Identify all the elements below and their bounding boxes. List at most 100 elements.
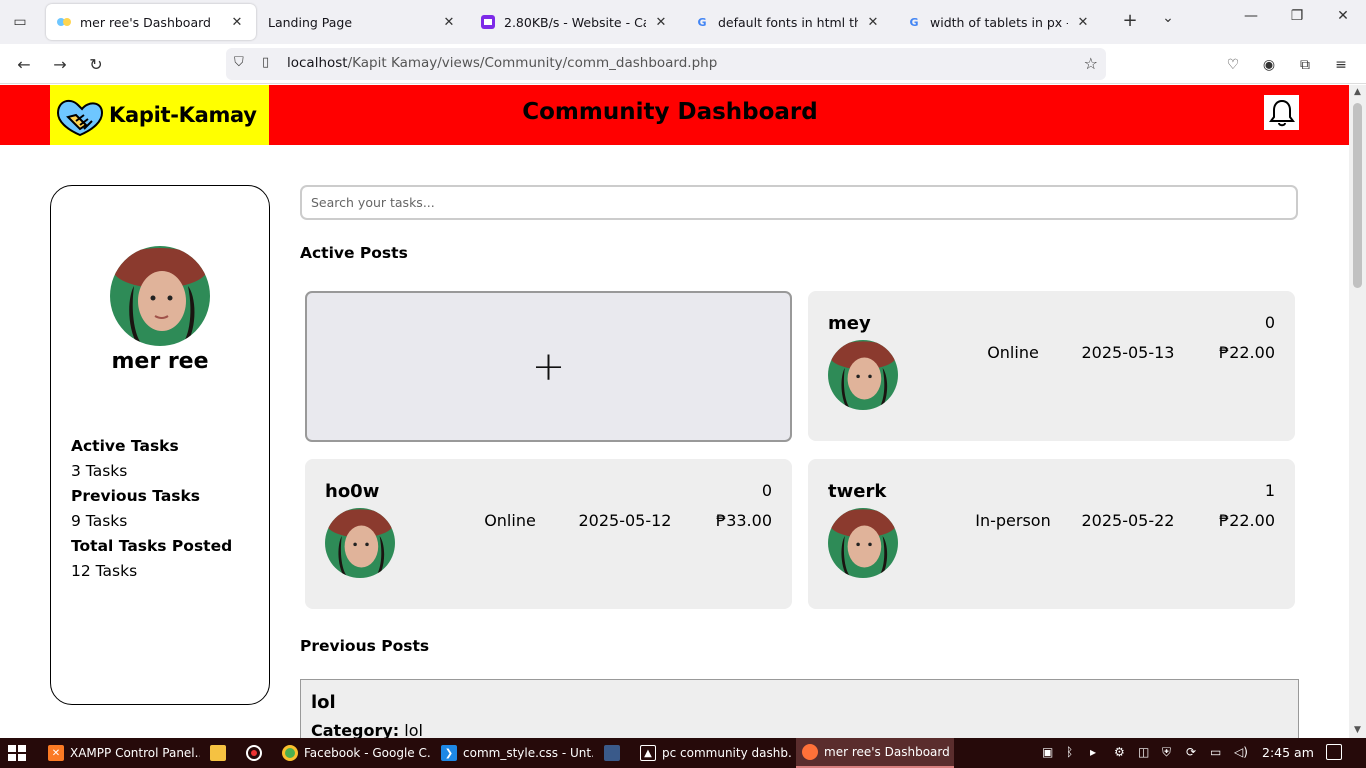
window-close-icon[interactable]: ✕ — [1328, 8, 1358, 24]
chevron-down-icon[interactable]: ⌄ — [1158, 10, 1178, 26]
clock[interactable]: 2:45 am — [1262, 745, 1314, 760]
bluetooth-icon[interactable]: ᛒ — [1066, 745, 1073, 759]
notification-center-icon[interactable] — [1326, 744, 1342, 760]
post-date: 2025-05-12 — [578, 511, 672, 530]
scrollbar-thumb[interactable] — [1353, 103, 1362, 288]
tab-list-icon[interactable]: ▭ — [8, 10, 32, 34]
post-price: ₱33.00 — [716, 511, 772, 530]
post-name: twerk — [828, 481, 887, 502]
menu-icon[interactable]: ≡ — [1330, 54, 1352, 76]
tab-title: Landing Page — [268, 14, 353, 30]
post-mode: In-person — [975, 511, 1051, 530]
back-icon[interactable]: ← — [12, 52, 36, 76]
canva-icon — [480, 14, 496, 30]
post-mode: Online — [987, 343, 1039, 362]
taskbar-item-xampp[interactable]: ✕ XAMPP Control Panel... — [42, 738, 200, 768]
windows-start-icon[interactable] — [8, 745, 26, 761]
tab-canva[interactable]: 2.80KB/s - Website - Canva ✕ — [470, 4, 680, 40]
record-icon — [246, 745, 262, 761]
post-card[interactable]: ho0w 0 Online 2025-05-12 ₱33.00 — [305, 459, 792, 609]
taskbar-item-photos[interactable]: ▲ pc community dashb... — [634, 738, 792, 768]
taskbar-item-record[interactable] — [240, 738, 270, 768]
new-tab-icon[interactable]: + — [1118, 10, 1142, 31]
post-card[interactable]: twerk 1 In-person 2025-05-22 ₱22.00 — [808, 459, 1295, 609]
category-value: lol — [404, 721, 423, 738]
volume-icon[interactable]: ◁) — [1234, 745, 1248, 759]
search-input[interactable] — [300, 185, 1298, 220]
tab-title: width of tablets in px - Google — [930, 14, 1068, 30]
taskbar-item-app[interactable] — [598, 738, 628, 768]
url-text[interactable]: localhost/Kapit Kamay/views/Community/co… — [287, 55, 717, 71]
page-viewport: Kapit-Kamay Community Dashboard mer ree — [0, 85, 1349, 738]
xampp-icon: ✕ — [48, 745, 64, 761]
post-date: 2025-05-13 — [1081, 343, 1175, 362]
close-icon[interactable]: ✕ — [652, 15, 670, 30]
close-icon[interactable]: ✕ — [864, 15, 882, 30]
page-icon[interactable]: ▯ — [262, 55, 269, 70]
previous-post-card[interactable]: lol Category: lol — [300, 679, 1299, 738]
reload-icon[interactable]: ↻ — [84, 52, 108, 76]
taskbar-label: pc community dashb... — [662, 746, 792, 760]
scroll-down-icon[interactable]: ▼ — [1352, 725, 1363, 735]
stat-value-previous: 9 Tasks — [71, 512, 128, 530]
pocket-icon[interactable]: ♡ — [1222, 54, 1244, 76]
taskbar-item-vscode[interactable]: ❯ comm_style.css - Unt... — [435, 738, 593, 768]
post-price: ₱22.00 — [1219, 511, 1275, 530]
taskbar-item-firefox[interactable]: mer ree's Dashboard ... — [796, 738, 954, 768]
xampp-tray-icon[interactable]: ▣ — [1042, 745, 1053, 759]
os-taskbar: ✕ XAMPP Control Panel... Facebook - Goog… — [0, 738, 1366, 768]
site-header: Kapit-Kamay Community Dashboard — [0, 85, 1349, 145]
close-icon[interactable]: ✕ — [440, 15, 458, 30]
settings-tray-icon[interactable]: ⚙ — [1114, 745, 1125, 759]
tab-google-fonts[interactable]: G default fonts in html that look ✕ — [684, 4, 892, 40]
profile-stats: Active Tasks 3 Tasks Previous Tasks 9 Ta… — [71, 434, 232, 584]
arrow-tray-icon[interactable]: ▸ — [1090, 745, 1096, 759]
profile-card: mer ree Active Tasks 3 Tasks Previous Ta… — [50, 185, 270, 705]
shield-icon[interactable]: ⛉ — [234, 55, 244, 70]
tab-title: default fonts in html that look — [718, 14, 858, 30]
close-icon[interactable]: ✕ — [1074, 15, 1092, 30]
stat-label-previous: Previous Tasks — [71, 487, 201, 505]
url-bar[interactable]: ⛉ ▯ localhost/Kapit Kamay/views/Communit… — [226, 48, 1106, 80]
stat-label-active: Active Tasks — [71, 437, 179, 455]
camera-tray-icon[interactable]: ◫ — [1138, 745, 1149, 759]
bookmark-star-icon[interactable]: ☆ — [1084, 54, 1098, 73]
extensions-icon[interactable]: ⧉ — [1294, 54, 1316, 76]
security-icon[interactable]: ⛨ — [1162, 745, 1171, 760]
avatar[interactable] — [110, 246, 210, 346]
tab-dashboard[interactable]: mer ree's Dashboard ✕ — [46, 4, 256, 40]
site-logo[interactable]: Kapit-Kamay — [50, 85, 269, 145]
post-count: 0 — [761, 481, 772, 500]
stat-value-total: 12 Tasks — [71, 562, 138, 580]
post-card[interactable]: mey 0 Online 2025-05-13 ₱22.00 — [808, 291, 1295, 441]
app-icon — [604, 745, 620, 761]
stat-value-active: 3 Tasks — [71, 462, 128, 480]
close-icon[interactable]: ✕ — [228, 15, 246, 30]
taskbar-item-folder[interactable] — [204, 738, 234, 768]
previous-post-category: Category: lol — [311, 721, 423, 738]
post-count: 1 — [1264, 481, 1275, 500]
bell-icon — [1268, 99, 1295, 126]
add-post-button[interactable]: + — [305, 291, 792, 442]
post-mode: Online — [484, 511, 536, 530]
tab-landing-page[interactable]: Landing Page ✕ — [258, 4, 468, 40]
page-scrollbar[interactable]: ▲ ▼ — [1349, 85, 1366, 738]
previous-post-title: lol — [311, 692, 336, 713]
taskbar-item-chrome[interactable]: Facebook - Google C... — [276, 738, 431, 768]
tab-google-tablets[interactable]: G width of tablets in px - Google ✕ — [896, 4, 1102, 40]
account-icon[interactable]: ◉ — [1258, 54, 1280, 76]
taskbar-label: Facebook - Google C... — [304, 746, 431, 760]
post-price: ₱22.00 — [1219, 343, 1275, 362]
update-icon[interactable]: ⟳ — [1186, 745, 1196, 759]
forward-icon[interactable]: → — [48, 52, 72, 76]
network-icon[interactable]: ▭ — [1210, 745, 1221, 759]
minimize-icon[interactable]: — — [1236, 8, 1266, 24]
scroll-up-icon[interactable]: ▲ — [1352, 87, 1363, 97]
post-name: mey — [828, 313, 871, 334]
handshake-icon — [56, 14, 72, 30]
restore-icon[interactable]: ❐ — [1282, 8, 1312, 24]
notification-bell-button[interactable] — [1264, 95, 1299, 130]
google-icon: G — [697, 15, 707, 29]
logo-text: Kapit-Kamay — [109, 103, 257, 127]
page-title: Community Dashboard — [522, 99, 818, 125]
